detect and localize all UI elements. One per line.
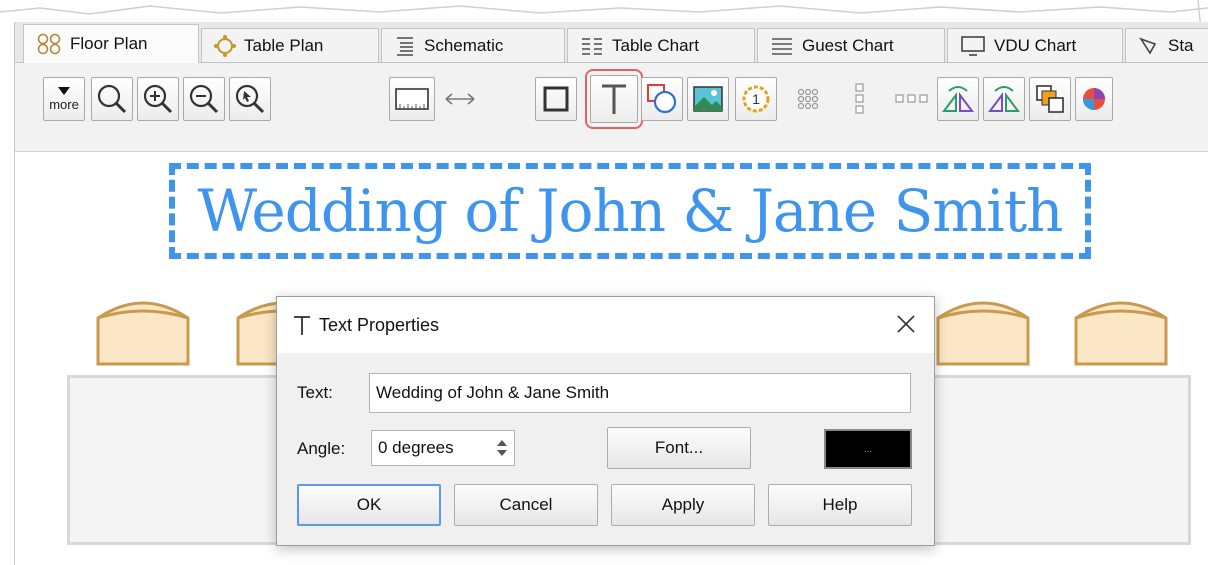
dialog-title: Text Properties bbox=[319, 314, 440, 335]
guest-chart-icon bbox=[772, 37, 792, 55]
tab-floor-plan[interactable]: Floor Plan bbox=[23, 24, 199, 63]
rectangle-button[interactable] bbox=[535, 77, 577, 121]
font-button[interactable]: Font... bbox=[607, 427, 751, 469]
color-picker-button[interactable]: ... bbox=[824, 429, 912, 469]
more-button[interactable]: more bbox=[43, 77, 85, 121]
column-icon bbox=[855, 83, 864, 114]
tab-label: Table Chart bbox=[612, 35, 699, 55]
arrange-button[interactable] bbox=[1029, 77, 1071, 121]
more-label: more bbox=[49, 96, 79, 112]
svg-text:1: 1 bbox=[752, 91, 760, 107]
schematic-icon bbox=[397, 36, 413, 56]
tab-label: Floor Plan bbox=[70, 34, 148, 53]
ok-button[interactable]: OK bbox=[297, 484, 441, 526]
color-button-label: ... bbox=[863, 443, 873, 455]
text-label: Text: bbox=[297, 383, 333, 402]
view-tab-bar: Floor Plan Table Plan Schematic Table Ch… bbox=[15, 22, 1208, 63]
tab-label: VDU Chart bbox=[994, 35, 1077, 55]
tab-table-plan[interactable]: Table Plan bbox=[201, 28, 379, 62]
tab-vdu-chart[interactable]: VDU Chart bbox=[947, 28, 1123, 62]
chair-icon[interactable] bbox=[935, 294, 1031, 366]
text-icon bbox=[294, 316, 310, 335]
chair-icon[interactable] bbox=[95, 294, 191, 366]
row-icon bbox=[895, 94, 928, 103]
shapes-button[interactable] bbox=[641, 77, 683, 121]
dialog-titlebar: Text Properties bbox=[277, 297, 934, 353]
flip-horizontal-icon bbox=[942, 86, 974, 112]
table-chart-icon bbox=[582, 37, 602, 55]
tab-stationery[interactable]: Sta bbox=[1125, 28, 1208, 62]
chevron-up-icon[interactable] bbox=[496, 440, 507, 446]
chair-icon[interactable] bbox=[1073, 294, 1169, 366]
flip-vertical-button[interactable] bbox=[983, 77, 1025, 121]
number-icon: 1 bbox=[742, 85, 770, 113]
image-button[interactable] bbox=[687, 77, 729, 121]
vdu-chart-icon bbox=[961, 35, 985, 56]
dimension-button[interactable] bbox=[439, 77, 481, 121]
color-button[interactable] bbox=[1075, 77, 1113, 121]
table-plan-icon bbox=[214, 34, 236, 57]
ruler-button[interactable] bbox=[389, 77, 435, 121]
arrange-icon bbox=[1036, 85, 1064, 113]
tab-label: Schematic bbox=[424, 35, 504, 55]
color-icon bbox=[1083, 88, 1105, 110]
tab-label: Sta bbox=[1168, 35, 1194, 55]
image-icon bbox=[693, 86, 723, 112]
zoom-out-icon bbox=[189, 84, 219, 114]
stationery-icon bbox=[1139, 36, 1157, 55]
angle-input[interactable]: 0 degrees bbox=[371, 430, 489, 466]
zoom-select-icon bbox=[235, 84, 265, 114]
column-button[interactable] bbox=[839, 77, 881, 121]
tab-label: Table Plan bbox=[244, 35, 324, 55]
zoom-icon bbox=[97, 84, 127, 114]
cancel-button[interactable]: Cancel bbox=[454, 484, 598, 526]
dropdown-arrow-icon bbox=[58, 86, 70, 95]
zoom-out-button[interactable] bbox=[183, 77, 225, 121]
tab-label: Guest Chart bbox=[802, 35, 894, 55]
selected-text-object[interactable]: Wedding of John & Jane Smith bbox=[169, 163, 1091, 259]
toolbar: more 1 bbox=[15, 63, 1208, 152]
text-tool-highlight bbox=[585, 69, 643, 129]
zoom-select-button[interactable] bbox=[229, 77, 271, 121]
apply-button[interactable]: Apply bbox=[611, 484, 755, 526]
tab-table-chart[interactable]: Table Chart bbox=[567, 28, 755, 62]
number-button[interactable]: 1 bbox=[735, 77, 777, 121]
zoom-button[interactable] bbox=[91, 77, 133, 121]
zoom-in-icon bbox=[143, 84, 173, 114]
shapes-icon bbox=[647, 84, 677, 114]
help-button[interactable]: Help bbox=[768, 484, 912, 526]
flip-horizontal-button[interactable] bbox=[937, 77, 979, 121]
zoom-in-button[interactable] bbox=[137, 77, 179, 121]
text-properties-dialog: Text Properties Text: Angle: 0 degrees F… bbox=[276, 296, 935, 546]
wedding-title-text: Wedding of John & Jane Smith bbox=[197, 177, 1063, 245]
row-button[interactable] bbox=[891, 77, 933, 121]
floor-plan-icon bbox=[37, 33, 61, 55]
angle-label: Angle: bbox=[297, 439, 346, 458]
ruler-icon bbox=[395, 88, 429, 110]
close-icon[interactable] bbox=[896, 314, 916, 334]
grid-icon bbox=[797, 88, 819, 110]
angle-stepper[interactable] bbox=[489, 430, 515, 466]
rectangle-icon bbox=[543, 86, 569, 112]
flip-vertical-icon bbox=[988, 86, 1020, 112]
tab-guest-chart[interactable]: Guest Chart bbox=[757, 28, 945, 62]
chevron-down-icon[interactable] bbox=[496, 450, 507, 456]
tab-schematic[interactable]: Schematic bbox=[381, 28, 565, 62]
dimension-icon bbox=[445, 93, 475, 105]
grid-button[interactable] bbox=[787, 77, 829, 121]
text-input[interactable] bbox=[369, 373, 911, 413]
